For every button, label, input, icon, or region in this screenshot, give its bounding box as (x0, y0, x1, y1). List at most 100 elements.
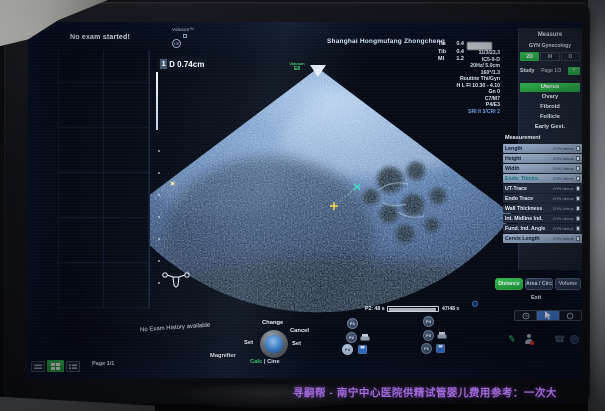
row-checkbox[interactable] (576, 176, 581, 181)
pkey-button[interactable]: P1 (347, 318, 358, 329)
layout-grid-button[interactable] (47, 360, 64, 372)
pkey-button-active[interactable]: P3 (342, 344, 353, 355)
trackball-topright-label: Cancel (290, 328, 309, 334)
trackball-bottomleft-label: Magnifier (210, 353, 236, 359)
row-checkbox[interactable] (576, 186, 581, 191)
pkey-button[interactable]: P2 (346, 332, 357, 343)
brand-logo: Voluson™ GE (172, 27, 212, 50)
layout-list-button[interactable] (31, 361, 45, 372)
study-item-early-gest[interactable]: Early Gest. (520, 123, 580, 132)
pkey-button[interactable]: P4 (423, 316, 434, 327)
cine-settings-gear-icon[interactable]: ⚙ (471, 299, 479, 310)
row-checkbox[interactable] (576, 146, 581, 151)
measurement-row-cervix-length[interactable]: Cervix LengthGYN Uterus (503, 234, 582, 243)
exam-history-text: No Exam History available (140, 323, 211, 334)
printer-icon (360, 334, 370, 342)
measurement-row-wall-thickness[interactable]: Wall ThicknessGYN Uterus (503, 204, 582, 213)
patient-icon[interactable] (524, 334, 534, 345)
layout-detail-button[interactable] (66, 361, 80, 372)
segment-circle[interactable] (560, 311, 581, 320)
cine-progress-fill (389, 308, 436, 311)
phone-icon[interactable]: ☎ (554, 334, 565, 345)
network-globe-icon[interactable] (570, 335, 579, 344)
measurement-row-length[interactable]: LengthGYN Uterus (503, 144, 582, 153)
row-checkbox[interactable] (576, 226, 581, 231)
ultrasound-screen: No exam started! Voluson™ GE 1 D 0.74cm … (28, 22, 582, 378)
study-pager: Study Page 1/3 › (520, 66, 580, 75)
study-page: Page 1/3 (534, 68, 568, 74)
segment-clock[interactable] (515, 311, 537, 320)
row-checkbox[interactable] (576, 236, 581, 241)
study-item-uterus[interactable]: Uterus (520, 83, 580, 92)
study-item-follicle[interactable]: Follicle (520, 113, 580, 122)
measurement-row-endo-trace[interactable]: Endo TraceGYN Uterus (503, 194, 582, 203)
alert-badge (530, 341, 534, 345)
annotate-pencil-icon[interactable]: ✎ (507, 333, 516, 345)
volume-button[interactable]: Volume (555, 278, 581, 290)
ti-value: 0.4 (456, 41, 464, 49)
hospital-name: Shanghai Hongmufang Zhongcheng (327, 38, 445, 45)
utility-icon-row: ✎ ☎ (496, 333, 582, 347)
exit-button[interactable]: Exit (496, 295, 576, 301)
measurement-row-height[interactable]: HeightGYN Uterus (503, 154, 582, 163)
pkey-button[interactable]: P5 (423, 330, 434, 341)
row-checkbox[interactable] (576, 166, 581, 171)
trackball-top-label: Change (262, 320, 283, 326)
segment-cursor[interactable] (537, 311, 559, 320)
measurement-row-fund-angle[interactable]: Fund. Ind. AngleGYN Uterus (503, 224, 582, 233)
measurement-row-int-midline[interactable]: Int. Midline Ind.GYN Uterus (503, 214, 582, 223)
circle-icon (566, 312, 574, 320)
list-icon (34, 364, 42, 370)
measurement-row-width[interactable]: WidthGYN Uterus (503, 164, 582, 173)
measurement-row-endo-thickn[interactable]: Endo. Thickn.GYN Uterus (503, 174, 582, 183)
depth-scale-dots (158, 150, 161, 284)
brand-mark-icon (183, 34, 187, 38)
cine-bar-status: 47/48 s (442, 306, 459, 312)
overexposed-id-box (467, 42, 492, 50)
pointer-mode-segments (514, 310, 582, 321)
uterus-bodymark-icon (160, 268, 192, 292)
save-disk-icon (436, 344, 445, 353)
cursor-icon (544, 311, 552, 320)
trackball-bottom-label: Calc | Cine (250, 359, 280, 365)
page-indicator: Page 1/1 (92, 361, 114, 367)
trackball-right-label: Set (292, 341, 301, 347)
mode-tabs: 2D M D (520, 52, 580, 61)
trackball-left-label: Set (244, 340, 253, 346)
printer-icon (437, 332, 447, 340)
pkey-button[interactable]: P6 (421, 343, 432, 354)
panel-title: Measure (518, 32, 582, 38)
trackball-icon[interactable] (260, 330, 288, 358)
row-checkbox[interactable] (576, 216, 581, 221)
measurement-rows: LengthGYN Uterus HeightGYN Uterus WidthG… (503, 144, 582, 244)
tab-2d[interactable]: 2D (520, 52, 539, 61)
bright-caliper-dot (171, 182, 174, 185)
save-disk-icon (358, 345, 367, 354)
study-item-fibroid[interactable]: Fibroid (520, 103, 580, 112)
exam-status-text: No exam started! (70, 34, 130, 41)
panel-category: GYN Gynecology (518, 43, 582, 49)
distance-button[interactable]: Distance (495, 278, 523, 290)
row-checkbox[interactable] (576, 196, 581, 201)
tab-d[interactable]: D (561, 52, 580, 61)
area-circ-button[interactable]: Area / Circ (525, 278, 553, 290)
marker-line2: E8 (284, 67, 310, 73)
detail-list-icon (69, 364, 77, 370)
study-list: Uterus Ovary Fibroid Follicle Early Gest… (520, 83, 580, 133)
row-checkbox[interactable] (576, 206, 581, 211)
cine-bar-label: P2: 48 s (365, 306, 385, 312)
measurement-header: Measurement (505, 135, 540, 141)
clock-icon (522, 312, 530, 320)
row-checkbox[interactable] (576, 156, 581, 161)
tab-m[interactable]: M (540, 52, 559, 61)
grid-icon (51, 363, 60, 370)
study-next-button[interactable]: › (568, 67, 580, 75)
ti-label: Tis (438, 41, 446, 49)
thumbnail-grid (58, 50, 150, 308)
measurement-row-ut-trace[interactable]: UT-TraceGYN Uterus (503, 184, 582, 193)
study-label: Study (520, 68, 534, 74)
study-item-ovary[interactable]: Ovary (520, 93, 580, 102)
brand-name: Voluson™ (172, 27, 212, 32)
photo-scene: No exam started! Voluson™ GE 1 D 0.74cm … (0, 0, 605, 411)
ge-logo-icon: GE (172, 39, 181, 48)
